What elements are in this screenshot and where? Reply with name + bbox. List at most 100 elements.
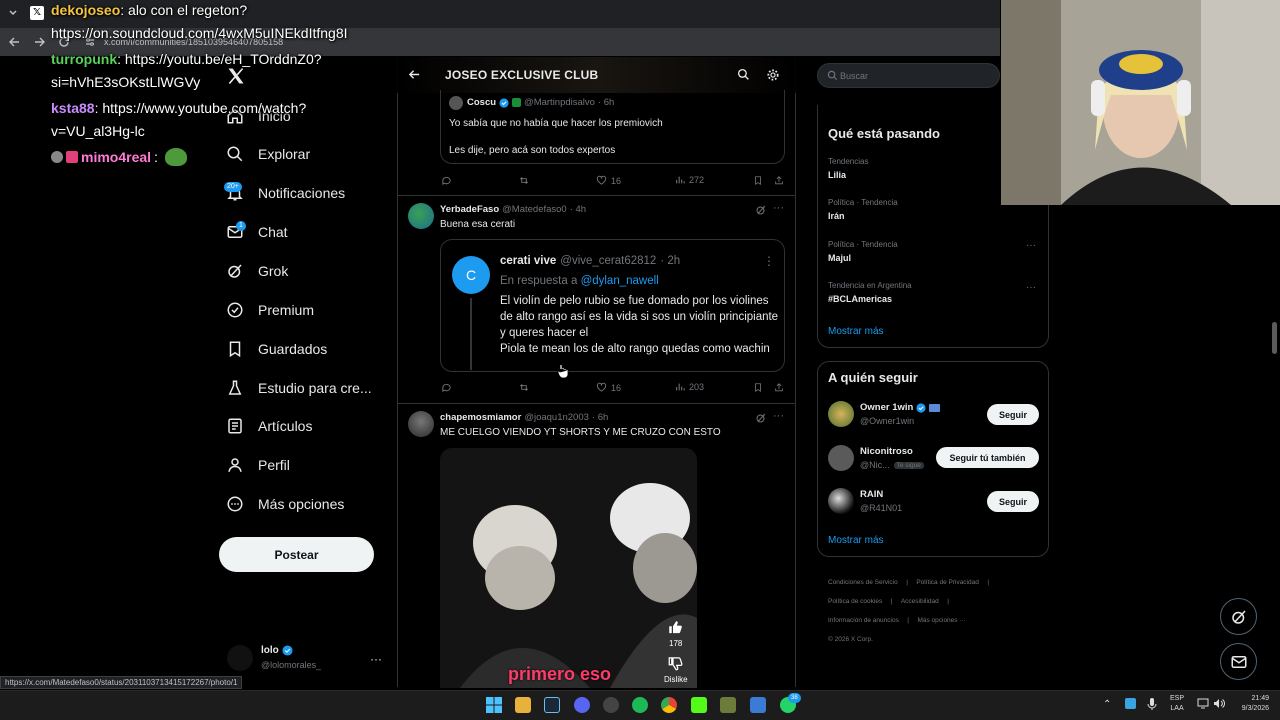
trend-item[interactable]: Tendencia en Argentina #BCLAmericas xyxy=(828,281,1038,304)
trend-item[interactable]: Política · Tendencia Majul xyxy=(828,240,1038,263)
repost-button[interactable] xyxy=(518,382,530,393)
follow-button[interactable]: Seguir xyxy=(987,491,1039,512)
search-icon[interactable] xyxy=(737,68,750,81)
grok-icon[interactable] xyxy=(755,204,767,216)
footer-link[interactable]: Política de cookies xyxy=(828,598,882,605)
network-icon[interactable] xyxy=(1197,698,1209,709)
nav-item-explore[interactable]: Explorar xyxy=(226,139,310,169)
repost-button[interactable] xyxy=(518,175,530,186)
share-button[interactable] xyxy=(774,382,784,393)
windows-start-icon[interactable] xyxy=(486,697,502,713)
views-button[interactable]: 272 xyxy=(675,175,704,185)
bookmark-button[interactable] xyxy=(753,175,763,186)
discord-icon[interactable] xyxy=(574,697,590,713)
scrollbar-thumb[interactable] xyxy=(1272,322,1277,354)
views-button[interactable]: 203 xyxy=(675,382,704,392)
post-more-icon[interactable]: ··· xyxy=(773,202,784,214)
tray-chevron-icon[interactable]: ⌃ xyxy=(1103,699,1111,710)
footer-link[interactable]: Condiciones de Servicio xyxy=(828,579,898,586)
reply-button[interactable] xyxy=(441,382,452,393)
account-avatar[interactable] xyxy=(227,645,253,671)
author-name[interactable]: YerbadeFaso xyxy=(440,204,499,215)
grok-icon[interactable] xyxy=(755,412,767,424)
avatar[interactable] xyxy=(828,401,854,427)
nav-item-studio[interactable]: Estudio para cre... xyxy=(226,373,372,403)
thumbs-down-icon[interactable] xyxy=(668,656,683,671)
repost-icon xyxy=(520,384,528,391)
suggestion-name[interactable]: Niconitroso xyxy=(860,446,913,457)
reply-mention-link[interactable]: @dylan_nawell xyxy=(581,275,659,287)
like-button[interactable]: 16 xyxy=(596,382,621,393)
quoted-more-icon[interactable]: ⋮ xyxy=(763,254,775,268)
volume-icon[interactable] xyxy=(1213,698,1225,709)
suggestion-name[interactable]: RAIN xyxy=(860,489,883,500)
chat-message: turropunk: https://youtu.be/eH_TOrddnZ0? xyxy=(51,50,322,68)
messages-fab-button[interactable] xyxy=(1220,643,1257,680)
nav-item-bookmarks[interactable]: Guardados xyxy=(226,334,327,364)
thumbs-up-icon[interactable] xyxy=(668,620,683,635)
footer-link[interactable]: Información de anuncios xyxy=(828,617,899,624)
avatar[interactable] xyxy=(408,203,434,229)
trends-show-more-link[interactable]: Mostrar más xyxy=(828,326,884,337)
x-favicon-icon[interactable]: 𝕏 xyxy=(30,6,44,20)
footer-link[interactable]: Accesibilidad xyxy=(901,598,939,605)
follow-suggestion-name-row[interactable]: Owner 1win xyxy=(860,402,941,413)
back-arrow-icon[interactable] xyxy=(408,68,421,81)
microphone-icon[interactable] xyxy=(1147,697,1157,711)
footer-link[interactable]: Política de Privacidad xyxy=(916,579,979,586)
post-button[interactable]: Postear xyxy=(219,537,374,572)
tray-app-icon[interactable] xyxy=(1125,698,1136,709)
bookmark-button[interactable] xyxy=(753,382,763,393)
tab-list-icon[interactable] xyxy=(6,6,20,20)
follow-button[interactable]: Seguir xyxy=(987,404,1039,425)
forward-arrow-icon[interactable] xyxy=(32,35,46,49)
post-media[interactable] xyxy=(440,448,697,688)
trend-context: Política · Tendencia xyxy=(828,240,898,249)
account-more-icon[interactable]: ··· xyxy=(370,652,382,666)
verified-icon xyxy=(226,301,244,319)
clock[interactable]: 21:49 9/3/2026 xyxy=(1235,694,1269,714)
follow-back-button[interactable]: Seguir tú también xyxy=(936,447,1039,468)
chrome-icon[interactable] xyxy=(661,697,677,713)
back-arrow-icon[interactable] xyxy=(8,35,22,49)
nav-item-more[interactable]: Más opciones xyxy=(226,489,344,519)
spotify-icon[interactable] xyxy=(632,697,648,713)
like-button[interactable]: 16 xyxy=(596,175,621,186)
obs-icon[interactable] xyxy=(603,697,619,713)
avatar[interactable] xyxy=(828,445,854,471)
nav-item-premium[interactable]: Premium xyxy=(226,295,314,325)
search-box[interactable]: Buscar xyxy=(817,63,1000,88)
reply-prefix: En respuesta a xyxy=(500,275,581,287)
avatar[interactable] xyxy=(408,411,434,437)
nav-item-profile[interactable]: Perfil xyxy=(226,450,290,480)
reply-button[interactable] xyxy=(441,175,452,186)
nav-item-articles[interactable]: Artículos xyxy=(226,411,312,441)
nav-item-grok[interactable]: Grok xyxy=(226,256,288,286)
post-more-icon[interactable]: ··· xyxy=(773,410,784,422)
trend-more-icon[interactable]: ··· xyxy=(1026,240,1036,251)
reply-icon xyxy=(442,176,451,186)
file-explorer-icon[interactable] xyxy=(515,697,531,713)
author-name[interactable]: chapemosmiamor xyxy=(440,412,521,423)
language-indicator[interactable]: ESP LAA xyxy=(1170,694,1184,714)
follow-show-more-link[interactable]: Mostrar más xyxy=(828,535,884,546)
notepad-icon[interactable] xyxy=(750,697,766,713)
nav-label-chat: Chat xyxy=(258,224,288,240)
trend-more-icon[interactable]: ··· xyxy=(1026,282,1036,293)
nav-item-chat[interactable]: Chat xyxy=(226,217,288,247)
steam-icon[interactable] xyxy=(544,697,560,713)
nav-item-notifications[interactable]: Notificaciones xyxy=(226,178,345,208)
x-logo-icon[interactable] xyxy=(226,66,246,86)
avatar[interactable] xyxy=(828,488,854,514)
gear-icon[interactable] xyxy=(766,68,780,82)
minecraft-icon[interactable] xyxy=(720,697,736,713)
bookmark-icon xyxy=(755,176,761,186)
avatar xyxy=(449,96,463,110)
account-name-row[interactable]: lolo xyxy=(261,645,293,656)
kick-icon[interactable] xyxy=(691,697,707,713)
footer-link[interactable]: Más opciones ··· xyxy=(917,617,965,624)
media-caption: primero eso xyxy=(508,664,612,684)
repost-icon xyxy=(520,177,528,184)
share-button[interactable] xyxy=(774,175,784,186)
grok-fab-button[interactable] xyxy=(1220,598,1257,635)
